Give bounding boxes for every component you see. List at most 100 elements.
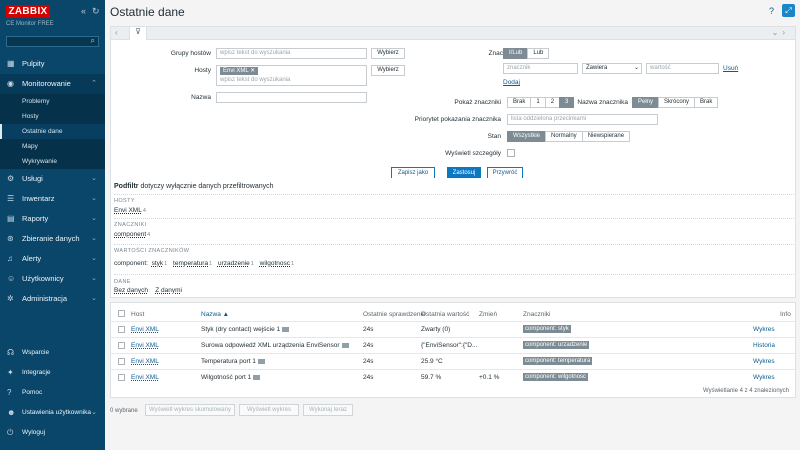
row-action-link[interactable]: Wykres <box>753 358 775 365</box>
sub-item-hosts[interactable]: Hosty <box>0 109 105 124</box>
tag-name-short[interactable]: Skrócony <box>658 97 696 108</box>
nav-item-monitoring[interactable]: ◉ Monitorowanie ⌃ <box>0 74 105 94</box>
sub-item-discovery[interactable]: Wykrywanie <box>0 154 105 169</box>
nav-item-alerts[interactable]: ♫ Alerty ⌄ <box>0 249 105 269</box>
row-name[interactable]: Surowa odpowiedź XML urządzenia EnviSens… <box>201 342 349 349</box>
sub-item-maps[interactable]: Mapy <box>0 139 105 154</box>
chevron-left-icon[interactable]: ‹ <box>115 28 118 37</box>
tag-op-or[interactable]: Lub <box>527 48 550 59</box>
tag-value-link[interactable]: wilgotnosc <box>260 260 290 267</box>
show-tags-1[interactable]: 1 <box>530 97 546 108</box>
zabbix-logo[interactable]: ZABBIX <box>6 5 50 18</box>
tag-value-link[interactable]: styk <box>152 260 164 267</box>
row-host[interactable]: Envi XML <box>131 374 159 381</box>
row-tag[interactable]: component: styk <box>523 325 571 333</box>
nav-item-user-settings[interactable]: ☻ Ustawienia użytkownika ⌄ <box>0 403 105 423</box>
state-all[interactable]: Wszystkie <box>507 131 546 142</box>
row-name[interactable]: Temperatura port 1 <box>201 358 265 365</box>
row-checkbox[interactable] <box>118 358 125 365</box>
name-input[interactable] <box>216 92 367 103</box>
stacked-graph-button[interactable]: Wyświetl wykres skumulowany <box>145 404 235 416</box>
chevron-down-icon: ⌄ <box>91 215 97 222</box>
item-description-icon[interactable] <box>282 326 290 332</box>
row-tag[interactable]: component: temperatura <box>523 357 593 365</box>
tag-name-full[interactable]: Pełny <box>632 97 660 108</box>
th-host[interactable]: Host <box>131 311 144 318</box>
tag-priority-input[interactable]: lista oddzielona przecinkami <box>507 114 658 125</box>
host-groups-input[interactable]: wpisz tekst do wyszukania <box>216 48 367 59</box>
tag-op-and-or[interactable]: I/Lub <box>503 48 529 59</box>
sidebar-search-input[interactable]: ⌕ <box>6 36 99 47</box>
row-checkbox[interactable] <box>118 326 125 333</box>
fullscreen-icon[interactable]: ⤢ <box>782 4 795 17</box>
add-tag-link[interactable]: Dodaj <box>503 79 520 86</box>
row-action-link[interactable]: Historia <box>753 342 775 349</box>
hosts-select-button[interactable]: Wybierz <box>371 65 405 76</box>
tag-value-input[interactable]: wartość <box>646 63 719 74</box>
sub-item-problems[interactable]: Problemy <box>0 94 105 109</box>
item-description-icon[interactable] <box>257 358 265 364</box>
tag-name-input[interactable]: znacznik <box>503 63 578 74</box>
state-normal[interactable]: Normalny <box>545 131 583 142</box>
display-graph-button[interactable]: Wyświetl wykres <box>239 404 299 416</box>
tag-value-link[interactable]: urzadzenie <box>218 260 250 267</box>
tag-name-none[interactable]: Brak <box>694 97 719 108</box>
show-tags-none[interactable]: Brak <box>507 97 532 108</box>
row-host[interactable]: Envi XML <box>131 358 159 365</box>
nav-item-reports[interactable]: ▤ Raporty ⌄ <box>0 209 105 229</box>
nav-item-support[interactable]: ☊ Wsparcie <box>0 343 105 363</box>
row-host[interactable]: Envi XML <box>131 326 159 333</box>
nav-label: Ustawienia użytkownika <box>22 409 92 416</box>
subfilter-title-bold: Podfiltr <box>114 183 139 190</box>
subfilter-tag-link[interactable]: component <box>114 231 146 238</box>
subfilter-title: Podfiltr dotyczy wyłącznie danych przefi… <box>114 183 274 190</box>
row-checkbox[interactable] <box>118 342 125 349</box>
state-unsupported[interactable]: Niewspierane <box>581 131 631 142</box>
divider <box>114 194 794 195</box>
th-last-check[interactable]: Ostatnie sprawdzenie <box>363 311 426 318</box>
hide-sidebar-icon[interactable]: ↻ <box>92 6 100 16</box>
row-name[interactable]: Styk (dry contact) wejście 1 <box>201 326 290 333</box>
nav-item-help[interactable]: ? Pomoc <box>0 383 105 403</box>
nav-item-sign-out[interactable]: ⏻ Wyloguj <box>0 423 105 443</box>
host-groups-select-button[interactable]: Wybierz <box>371 48 405 59</box>
nav-item-integrations[interactable]: ✦ Integracje <box>0 363 105 383</box>
row-name[interactable]: Wilgotność port 1 <box>201 374 261 381</box>
row-host[interactable]: Envi XML <box>131 342 159 349</box>
hosts-input[interactable]: Envi XML ✕ wpisz tekst do wyszukania <box>216 65 367 86</box>
remove-tag-link[interactable]: Usuń <box>723 65 738 72</box>
execute-now-button[interactable]: Wykonaj teraz <box>303 404 353 416</box>
show-details-checkbox[interactable] <box>507 149 515 157</box>
nav-item-users[interactable]: ☺ Użytkownicy ⌄ <box>0 269 105 289</box>
nav-item-services[interactable]: ⚙ Usługi ⌄ <box>0 169 105 189</box>
row-tag[interactable]: component: urzadzenie <box>523 341 590 349</box>
row-tag[interactable]: component: wilgotnosc <box>523 373 589 381</box>
nav-item-inventory[interactable]: ☰ Inwentarz ⌄ <box>0 189 105 209</box>
subfilter-count: 4 <box>142 208 146 214</box>
tag-value-link[interactable]: temperatura <box>173 260 208 267</box>
help-icon[interactable]: ? <box>769 6 774 16</box>
item-description-icon[interactable] <box>341 342 349 348</box>
tag-condition-select[interactable]: Zawiera ⌄ <box>582 63 642 74</box>
close-icon[interactable]: ✕ <box>250 68 255 74</box>
sub-item-latest-data[interactable]: Ostatnie dane <box>0 124 105 139</box>
state-label: Stan <box>487 133 501 140</box>
show-tags-2[interactable]: 2 <box>544 97 561 108</box>
th-name[interactable]: Nazwa ▲ <box>201 311 229 318</box>
row-action-link[interactable]: Wykres <box>753 326 775 333</box>
nav-item-dashboards[interactable]: ▦ Pulpity <box>0 54 105 74</box>
row-change: +0.1 % <box>479 374 500 381</box>
nav-item-administration[interactable]: ✲ Administracja ⌄ <box>0 289 105 309</box>
subfilter-host-link[interactable]: Envi XML <box>114 207 142 214</box>
with-data-link[interactable]: Z danymi <box>155 287 182 294</box>
nav-item-data-collection[interactable]: ⊛ Zbieranie danych ⌄ <box>0 229 105 249</box>
row-checkbox[interactable] <box>118 374 125 381</box>
select-all-checkbox[interactable] <box>118 310 125 317</box>
filter-tab[interactable]: ⊽ <box>129 27 147 40</box>
tag-name-toggle: Pełny Skrócony Brak <box>632 97 719 108</box>
collapse-sidebar-icon[interactable]: « <box>81 6 86 16</box>
tab-nav-arrows[interactable]: ⌄› <box>772 28 789 37</box>
row-action-link[interactable]: Wykres <box>753 374 775 381</box>
without-data-link[interactable]: Bez danych <box>114 287 148 294</box>
item-description-icon[interactable] <box>253 374 261 380</box>
